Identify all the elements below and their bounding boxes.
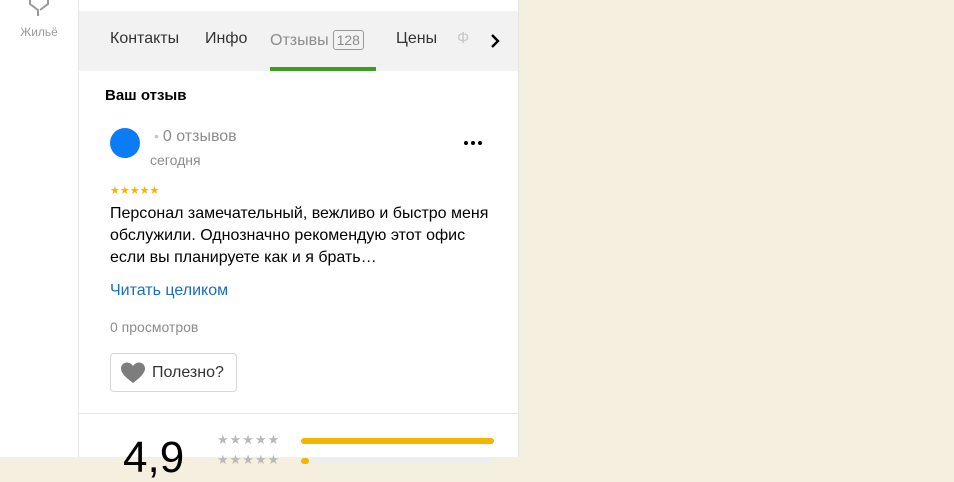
rating-bar-track	[301, 438, 494, 444]
tab-contacts[interactable]: Контакты	[110, 30, 179, 48]
your-review-title: Ваш отзыв	[105, 87, 187, 104]
rail-item-label: Жильё	[20, 25, 58, 39]
left-nav-rail: Жильё	[0, 0, 78, 457]
tab-prices[interactable]: Цены	[396, 30, 437, 48]
active-tab-indicator	[270, 67, 376, 71]
chevron-right-icon	[491, 34, 500, 48]
tab-reviews[interactable]: Отзывы 128	[270, 30, 364, 50]
rating-distribution-row: ★★★★★	[217, 452, 497, 469]
tab-info[interactable]: Инфо	[205, 30, 247, 48]
more-dots-icon	[464, 141, 482, 145]
avatar[interactable]	[110, 128, 140, 158]
author-review-count-text: 0 отзывов	[162, 128, 237, 145]
tab-reviews-label: Отзывы	[270, 32, 329, 49]
review-date: сегодня	[150, 152, 201, 168]
useful-label: Полезно?	[152, 363, 224, 381]
review-text: Персонал замечательный, вежливо и быстро…	[110, 205, 489, 266]
review-stars: ★★★★★	[110, 185, 160, 197]
rating-bar-track	[301, 458, 494, 464]
housing-icon	[29, 0, 49, 16]
heart-icon	[121, 362, 145, 383]
tab-bar: Контакты Инфо Отзывы 128 Цены Ф	[79, 11, 518, 71]
rating-bar-fill	[301, 438, 494, 444]
map-area[interactable]	[519, 0, 954, 457]
rating-distribution-row: ★★★★★	[217, 432, 497, 449]
separator-dot-icon: •	[154, 128, 159, 144]
reviews-count-badge: 128	[332, 30, 364, 50]
overall-rating-value: 4,9	[123, 433, 185, 482]
tab-photos-faded[interactable]: Ф	[457, 30, 469, 48]
rating-row-stars: ★★★★★	[217, 452, 281, 467]
author-review-count: • 0 отзывов	[154, 128, 237, 146]
useful-button[interactable]: Полезно?	[110, 353, 237, 392]
section-divider	[79, 413, 518, 414]
place-card-panel: Контакты Инфо Отзывы 128 Цены Ф Ваш отзыв…	[78, 0, 519, 480]
read-full-link[interactable]: Читать целиком	[110, 282, 228, 300]
rating-bar-fill	[301, 458, 309, 464]
tabs-scroll-right-button[interactable]	[481, 27, 509, 55]
review-views: 0 просмотров	[110, 319, 199, 335]
more-options-button[interactable]	[461, 134, 487, 152]
rating-row-stars: ★★★★★	[217, 432, 281, 447]
